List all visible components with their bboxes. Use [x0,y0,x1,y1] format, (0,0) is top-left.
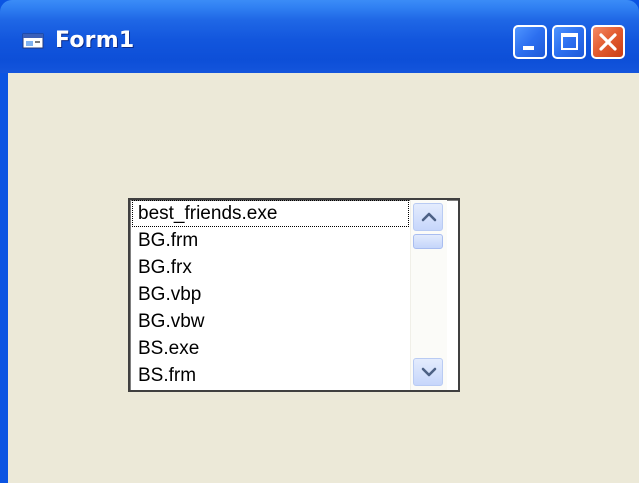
maximize-button[interactable] [552,25,586,59]
list-item[interactable]: BG.vbw [132,308,409,335]
list-item[interactable]: BS.exe [132,335,409,362]
form1-window: Form1 best_friends.exe BG.frm BG.frx BG.… [0,0,639,483]
maximize-icon [561,33,578,50]
form-client-area: best_friends.exe BG.frm BG.frx BG.vbp BG… [8,73,639,483]
list-item[interactable]: BG.frm [132,227,409,254]
file-list: best_friends.exe BG.frm BG.frx BG.vbp BG… [132,200,409,389]
scroll-up-button[interactable] [413,203,443,231]
scroll-down-button[interactable] [413,358,443,386]
file-listbox[interactable]: best_friends.exe BG.frm BG.frx BG.vbp BG… [128,198,460,392]
list-item[interactable]: BS.frm [132,362,409,389]
minimize-button[interactable] [513,25,547,59]
close-icon [599,33,617,51]
chevron-up-icon [421,212,437,222]
vertical-scrollbar[interactable] [410,200,447,390]
form-window-icon [22,33,44,49]
chevron-down-icon [421,367,437,377]
title-bar[interactable]: Form1 [0,0,639,73]
close-button[interactable] [591,25,625,59]
scroll-thumb[interactable] [413,234,443,249]
window-title: Form1 [55,28,135,53]
minimize-icon [523,46,534,50]
list-item[interactable]: BG.frx [132,254,409,281]
list-item[interactable]: best_friends.exe [132,200,409,227]
list-item[interactable]: BG.vbp [132,281,409,308]
